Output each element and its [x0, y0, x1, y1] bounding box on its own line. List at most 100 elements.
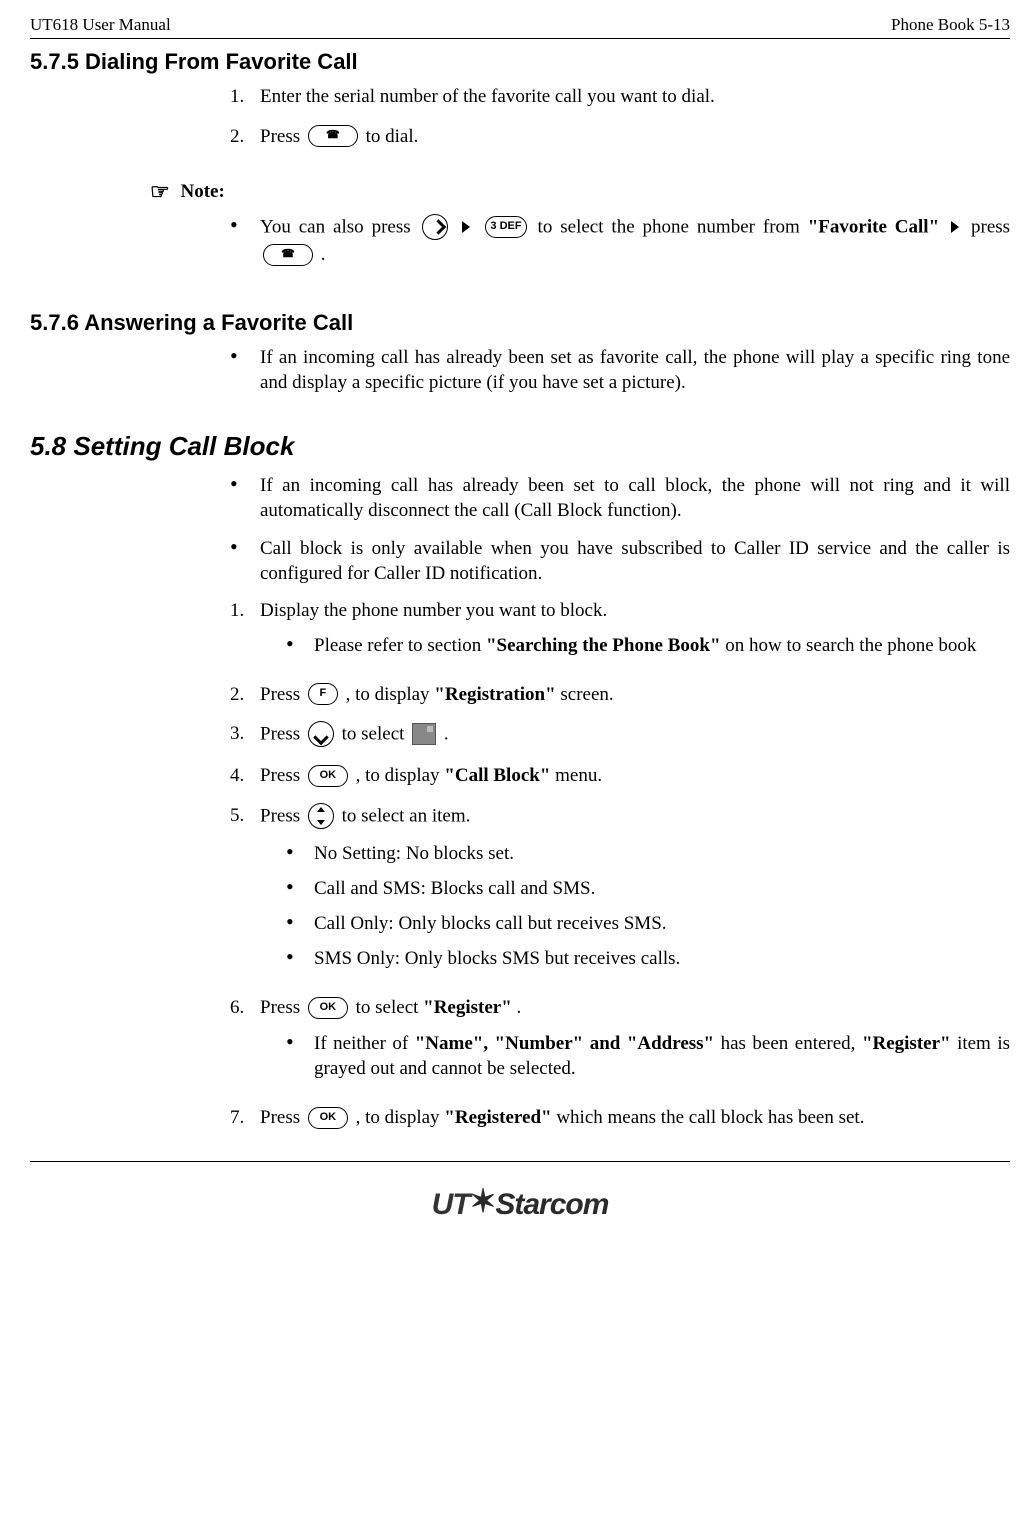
s1-sub-b: on how to search the phone book: [725, 635, 976, 656]
note-body-575: You can also press 3 DEF to select the p…: [230, 214, 1010, 268]
s7-b: , to display: [356, 1107, 445, 1128]
note-bullet-575-1: You can also press 3 DEF to select the p…: [230, 214, 1010, 268]
num3-key-icon: 3 DEF: [485, 216, 526, 238]
step-58-1-sub: Please refer to section "Searching the P…: [286, 633, 1010, 658]
note-bold1: "Favorite Call": [808, 217, 939, 238]
s6-sub-bold: "Name", "Number" and "Address": [415, 1033, 714, 1054]
bullets-576: If an incoming call has already been set…: [230, 345, 1010, 395]
ok-key-icon: OK: [308, 765, 348, 787]
step-58-4-body: Press OK , to display "Call Block" menu.: [260, 763, 1010, 789]
step-58-5-body: Press to select an item. No Setting: No …: [260, 803, 1010, 981]
s4-a: Press: [260, 765, 305, 786]
heading-575: 5.7.5 Dialing From Favorite Call: [30, 47, 1010, 76]
header-right: Phone Book 5-13: [891, 14, 1010, 36]
step-58-2: Press F , to display "Registration" scre…: [230, 682, 1010, 708]
nav-down-icon: [308, 721, 334, 747]
step-575-2-b: to dial.: [366, 126, 419, 147]
heading-58: 5.8 Setting Call Block: [30, 429, 1010, 463]
s6-c: .: [517, 997, 522, 1018]
step-575-2-text: Press ☎ to dial.: [260, 124, 1010, 150]
note-a: You can also press: [260, 217, 419, 238]
s6-a: Press: [260, 997, 305, 1018]
s3-a: Press: [260, 724, 305, 745]
s6-sub-1: If neither of "Name", "Number" and "Addr…: [286, 1031, 1010, 1081]
note-c: press: [971, 217, 1010, 238]
intro-bullets-58: If an incoming call has already been set…: [230, 473, 1010, 585]
s6-b: to select: [356, 997, 424, 1018]
step-58-5: Press to select an item. No Setting: No …: [230, 803, 1010, 981]
nav-updown-icon: [308, 803, 334, 829]
s2-c: screen.: [560, 684, 613, 705]
call-key-icon-2: ☎: [263, 244, 313, 266]
nav-right-icon: [422, 214, 448, 240]
f-key-icon: F: [308, 683, 338, 705]
bullet-58-1: If an incoming call has already been set…: [230, 473, 1010, 523]
step-58-1-sub-1: Please refer to section "Searching the P…: [286, 633, 1010, 658]
note-575: ☞ Note:: [150, 177, 1010, 206]
s5-opt4: SMS Only: Only blocks SMS but receives c…: [286, 946, 1010, 971]
bullet-576-1: If an incoming call has already been set…: [230, 345, 1010, 395]
step-575-1: Enter the serial number of the favorite …: [230, 84, 1010, 109]
s5-opt1-text: No Setting: No blocks set.: [314, 841, 1010, 866]
utstarcom-logo: UT✶Starcom: [432, 1188, 609, 1221]
s2-a: Press: [260, 684, 305, 705]
s2-b: , to display: [346, 684, 435, 705]
body-576: If an incoming call has already been set…: [230, 345, 1010, 395]
s1-sub-a: Please refer to section: [314, 635, 486, 656]
triangle-icon-2: [951, 221, 959, 233]
s4-bold: "Call Block": [444, 765, 550, 786]
s5-opt1: No Setting: No blocks set.: [286, 841, 1010, 866]
note-label: ☞ Note:: [150, 177, 1010, 206]
step-58-1-sub-1-text: Please refer to section "Searching the P…: [314, 633, 1010, 658]
page: UT618 User Manual Phone Book 5-13 5.7.5 …: [0, 0, 1036, 1518]
step-58-7-body: Press OK , to display "Registered" which…: [260, 1105, 1010, 1131]
pointing-hand-icon: ☞: [150, 177, 170, 206]
callblock-square-icon: [412, 723, 436, 745]
body-575: Enter the serial number of the favorite …: [230, 84, 1010, 149]
bullet-58-1-text: If an incoming call has already been set…: [260, 473, 1010, 523]
header-left: UT618 User Manual: [30, 14, 171, 36]
step-58-1-body: Display the phone number you want to blo…: [260, 598, 1010, 668]
step-58-1-text: Display the phone number you want to blo…: [260, 600, 607, 621]
step-58-5-sub: No Setting: No blocks set. Call and SMS:…: [286, 841, 1010, 971]
s6-sub-a: If neither of: [314, 1033, 415, 1054]
s5-opt3-text: Call Only: Only blocks call but receives…: [314, 911, 1010, 936]
s4-b: , to display: [356, 765, 445, 786]
triangle-icon: [462, 221, 470, 233]
s7-c: which means the call block has been set.: [556, 1107, 864, 1128]
s6-sub-1-text: If neither of "Name", "Number" and "Addr…: [314, 1031, 1010, 1081]
s5-opt2: Call and SMS: Blocks call and SMS.: [286, 876, 1010, 901]
bullet-58-2: Call block is only available when you ha…: [230, 536, 1010, 586]
ok-key-icon-3: OK: [308, 1107, 348, 1129]
steps-58: Display the phone number you want to blo…: [230, 598, 1010, 1131]
s5-opt4-text: SMS Only: Only blocks SMS but receives c…: [314, 946, 1010, 971]
step-575-1-text: Enter the serial number of the favorite …: [260, 84, 1010, 109]
s5-opt2-text: Call and SMS: Blocks call and SMS.: [314, 876, 1010, 901]
note-bullet-575-1-text: You can also press 3 DEF to select the p…: [260, 214, 1010, 268]
s3-b: to select: [342, 724, 410, 745]
step-58-3-body: Press to select .: [260, 721, 1010, 749]
step-58-1: Display the phone number you want to blo…: [230, 598, 1010, 668]
step-575-2: Press ☎ to dial.: [230, 124, 1010, 150]
ok-key-icon-2: OK: [308, 997, 348, 1019]
footer-logo: UT✶Starcom: [30, 1180, 1010, 1225]
note-b: to select the phone number from: [538, 217, 808, 238]
step-58-7: Press OK , to display "Registered" which…: [230, 1105, 1010, 1131]
s2-bold: "Registration": [434, 684, 555, 705]
logo-ut: UT: [432, 1188, 470, 1221]
star-icon: ✶: [470, 1183, 496, 1219]
s6-sub-bold2: "Register": [862, 1033, 951, 1054]
step-575-2-a: Press: [260, 126, 305, 147]
bullet-58-2-text: Call block is only available when you ha…: [260, 536, 1010, 586]
s7-bold: "Registered": [444, 1107, 551, 1128]
note-d: .: [321, 244, 326, 265]
heading-576: 5.7.6 Answering a Favorite Call: [30, 308, 1010, 337]
s6-sub-b: has been entered,: [721, 1033, 862, 1054]
call-key-icon: ☎: [308, 125, 358, 147]
step-58-6: Press OK to select "Register" . If neith…: [230, 995, 1010, 1091]
steps-575: Enter the serial number of the favorite …: [230, 84, 1010, 149]
s6-bold: "Register": [423, 997, 512, 1018]
step-58-4: Press OK , to display "Call Block" menu.: [230, 763, 1010, 789]
s4-c: menu.: [555, 765, 602, 786]
s7-a: Press: [260, 1107, 305, 1128]
